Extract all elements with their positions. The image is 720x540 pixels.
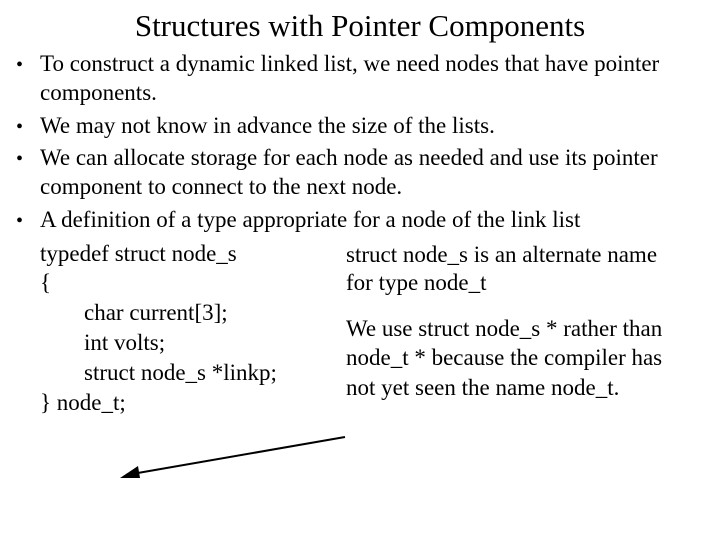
code-line: } node_t; — [16, 388, 346, 418]
code-line: char current[3]; — [16, 298, 346, 328]
note-text: struct node_s is an alternate name for t… — [346, 241, 686, 299]
bullet-dot-icon — [16, 206, 40, 235]
bullet-dot-icon — [16, 112, 40, 141]
notes-column: struct node_s is an alternate name for t… — [346, 239, 686, 418]
code-and-notes: typedef struct node_s { char current[3];… — [16, 239, 704, 418]
arrow-icon — [120, 432, 350, 482]
list-item: We can allocate storage for each node as… — [16, 144, 704, 202]
code-line: { — [16, 268, 346, 298]
code-line: typedef struct node_s — [16, 239, 346, 269]
bullet-dot-icon — [16, 50, 40, 108]
list-item: We may not know in advance the size of t… — [16, 112, 704, 141]
code-block: typedef struct node_s { char current[3];… — [16, 239, 346, 418]
bullet-dot-icon — [16, 144, 40, 202]
code-line: struct node_s *linkp; — [16, 358, 346, 388]
slide: Structures with Pointer Components To co… — [0, 0, 720, 540]
list-item: To construct a dynamic linked list, we n… — [16, 50, 704, 108]
bullet-text: We can allocate storage for each node as… — [40, 144, 704, 202]
bullet-text: We may not know in advance the size of t… — [40, 112, 704, 141]
bullet-text: A definition of a type appropriate for a… — [40, 206, 704, 235]
page-title: Structures with Pointer Components — [16, 8, 704, 44]
list-item: A definition of a type appropriate for a… — [16, 206, 704, 235]
code-line: int volts; — [16, 328, 346, 358]
bullet-text: To construct a dynamic linked list, we n… — [40, 50, 704, 108]
note-text: We use struct node_s * rather than node_… — [346, 314, 686, 402]
bullet-list: To construct a dynamic linked list, we n… — [16, 50, 704, 235]
